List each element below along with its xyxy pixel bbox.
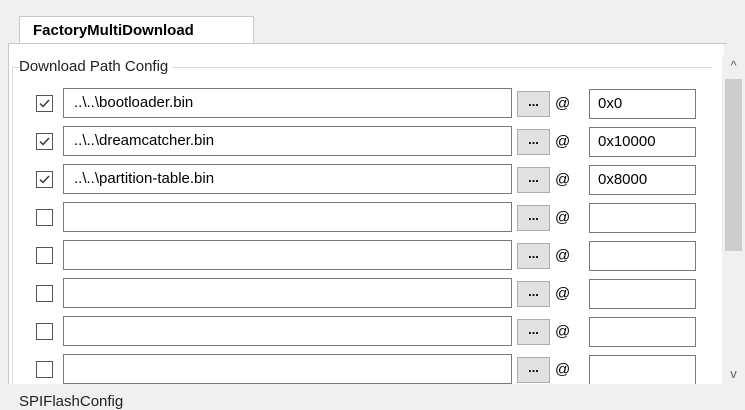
enable-checkbox[interactable]	[36, 95, 53, 112]
enable-checkbox[interactable]	[36, 323, 53, 340]
file-path-input[interactable]	[63, 240, 512, 270]
browse-button[interactable]: ...	[517, 129, 550, 155]
browse-button[interactable]: ...	[517, 205, 550, 231]
at-symbol-label: @	[555, 323, 571, 340]
file-path-input[interactable]: ..\..\partition-table.bin	[63, 164, 512, 194]
browse-button[interactable]: ...	[517, 357, 550, 383]
file-path-input[interactable]: ..\..\dreamcatcher.bin	[63, 126, 512, 156]
flash-address-input[interactable]: 0x0	[589, 89, 696, 119]
browse-button[interactable]: ...	[517, 167, 550, 193]
chevron-down-icon[interactable]: v	[722, 363, 745, 385]
checkmark-icon	[39, 137, 50, 146]
path-row: ..\..\bootloader.bin... @0x0	[0, 87, 745, 121]
flash-address-input[interactable]: 0x8000	[589, 165, 696, 195]
enable-checkbox[interactable]	[36, 171, 53, 188]
flash-address-input[interactable]: 0x10000	[589, 127, 696, 157]
path-row: ... @	[0, 201, 745, 235]
path-row: ..\..\dreamcatcher.bin... @0x10000	[0, 125, 745, 159]
group-title-download-path-config: Download Path Config	[19, 58, 173, 75]
vertical-scrollbar[interactable]: ^ v	[722, 55, 745, 385]
enable-checkbox[interactable]	[36, 285, 53, 302]
browse-button[interactable]: ...	[517, 91, 550, 117]
file-path-input[interactable]	[63, 316, 512, 346]
chevron-up-icon[interactable]: ^	[722, 55, 745, 77]
path-row: ... @	[0, 315, 745, 349]
enable-checkbox[interactable]	[36, 247, 53, 264]
at-symbol-label: @	[555, 95, 571, 112]
at-symbol-label: @	[555, 285, 571, 302]
flash-address-input[interactable]	[589, 279, 696, 309]
file-path-input[interactable]	[63, 278, 512, 308]
flash-address-input[interactable]	[589, 317, 696, 347]
at-symbol-label: @	[555, 209, 571, 226]
tab-factorymultidownload[interactable]: FactoryMultiDownload	[19, 16, 254, 44]
file-path-input[interactable]	[63, 202, 512, 232]
flash-address-input[interactable]	[589, 241, 696, 271]
path-row: ... @	[0, 239, 745, 273]
path-row: ..\..\partition-table.bin... @0x8000	[0, 163, 745, 197]
enable-checkbox[interactable]	[36, 209, 53, 226]
scroll-thumb[interactable]	[725, 79, 742, 251]
checkmark-icon	[39, 175, 50, 184]
browse-button[interactable]: ...	[517, 319, 550, 345]
at-symbol-label: @	[555, 171, 571, 188]
enable-checkbox[interactable]	[36, 133, 53, 150]
at-symbol-label: @	[555, 247, 571, 264]
browse-button[interactable]: ...	[517, 243, 550, 269]
path-row: ... @	[0, 353, 745, 387]
flash-address-input[interactable]	[589, 203, 696, 233]
browse-button[interactable]: ...	[517, 281, 550, 307]
flash-address-input[interactable]	[589, 355, 696, 385]
at-symbol-label: @	[555, 361, 571, 378]
checkmark-icon	[39, 99, 50, 108]
path-row: ... @	[0, 277, 745, 311]
enable-checkbox[interactable]	[36, 361, 53, 378]
file-path-input[interactable]	[63, 354, 512, 384]
file-path-input[interactable]: ..\..\bootloader.bin	[63, 88, 512, 118]
at-symbol-label: @	[555, 133, 571, 150]
